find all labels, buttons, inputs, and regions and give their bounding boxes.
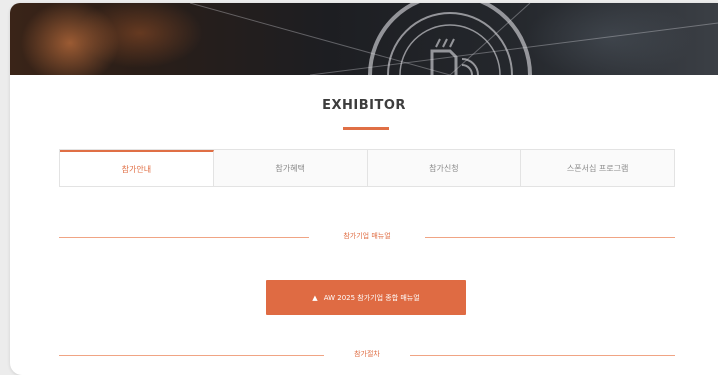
page-frame: EXHIBITOR 참가안내 참가혜택 참가신청 스폰서십 프로그램 참가기업 …: [10, 3, 718, 375]
section-divider-manual: 참가기업 매뉴얼: [59, 231, 675, 245]
section-label-apply: 참가절차: [354, 350, 380, 358]
tab-participation-guide[interactable]: 참가안내: [60, 150, 214, 186]
tab-bar: 참가안내 참가혜택 참가신청 스폰서십 프로그램: [59, 149, 675, 187]
download-icon: ▲: [312, 293, 318, 302]
tab-application[interactable]: 참가신청: [367, 150, 522, 186]
banner-graphic: [189, 3, 718, 75]
hero-banner: [10, 3, 718, 75]
tab-sponsorship-program[interactable]: 스폰서십 프로그램: [521, 150, 674, 186]
divider-line: [425, 237, 675, 238]
manual-download-button[interactable]: ▲ AW 2025 참가기업 종합 매뉴얼: [266, 280, 466, 315]
manual-download-label: AW 2025 참가기업 종합 매뉴얼: [323, 293, 420, 302]
title-underline: [343, 127, 389, 130]
divider-line: [410, 355, 675, 356]
section-label-manual: 참가기업 매뉴얼: [343, 232, 391, 240]
tab-benefits[interactable]: 참가혜택: [213, 150, 368, 186]
page-title: EXHIBITOR: [322, 98, 406, 113]
section-divider-apply: 참가절차: [59, 349, 675, 363]
